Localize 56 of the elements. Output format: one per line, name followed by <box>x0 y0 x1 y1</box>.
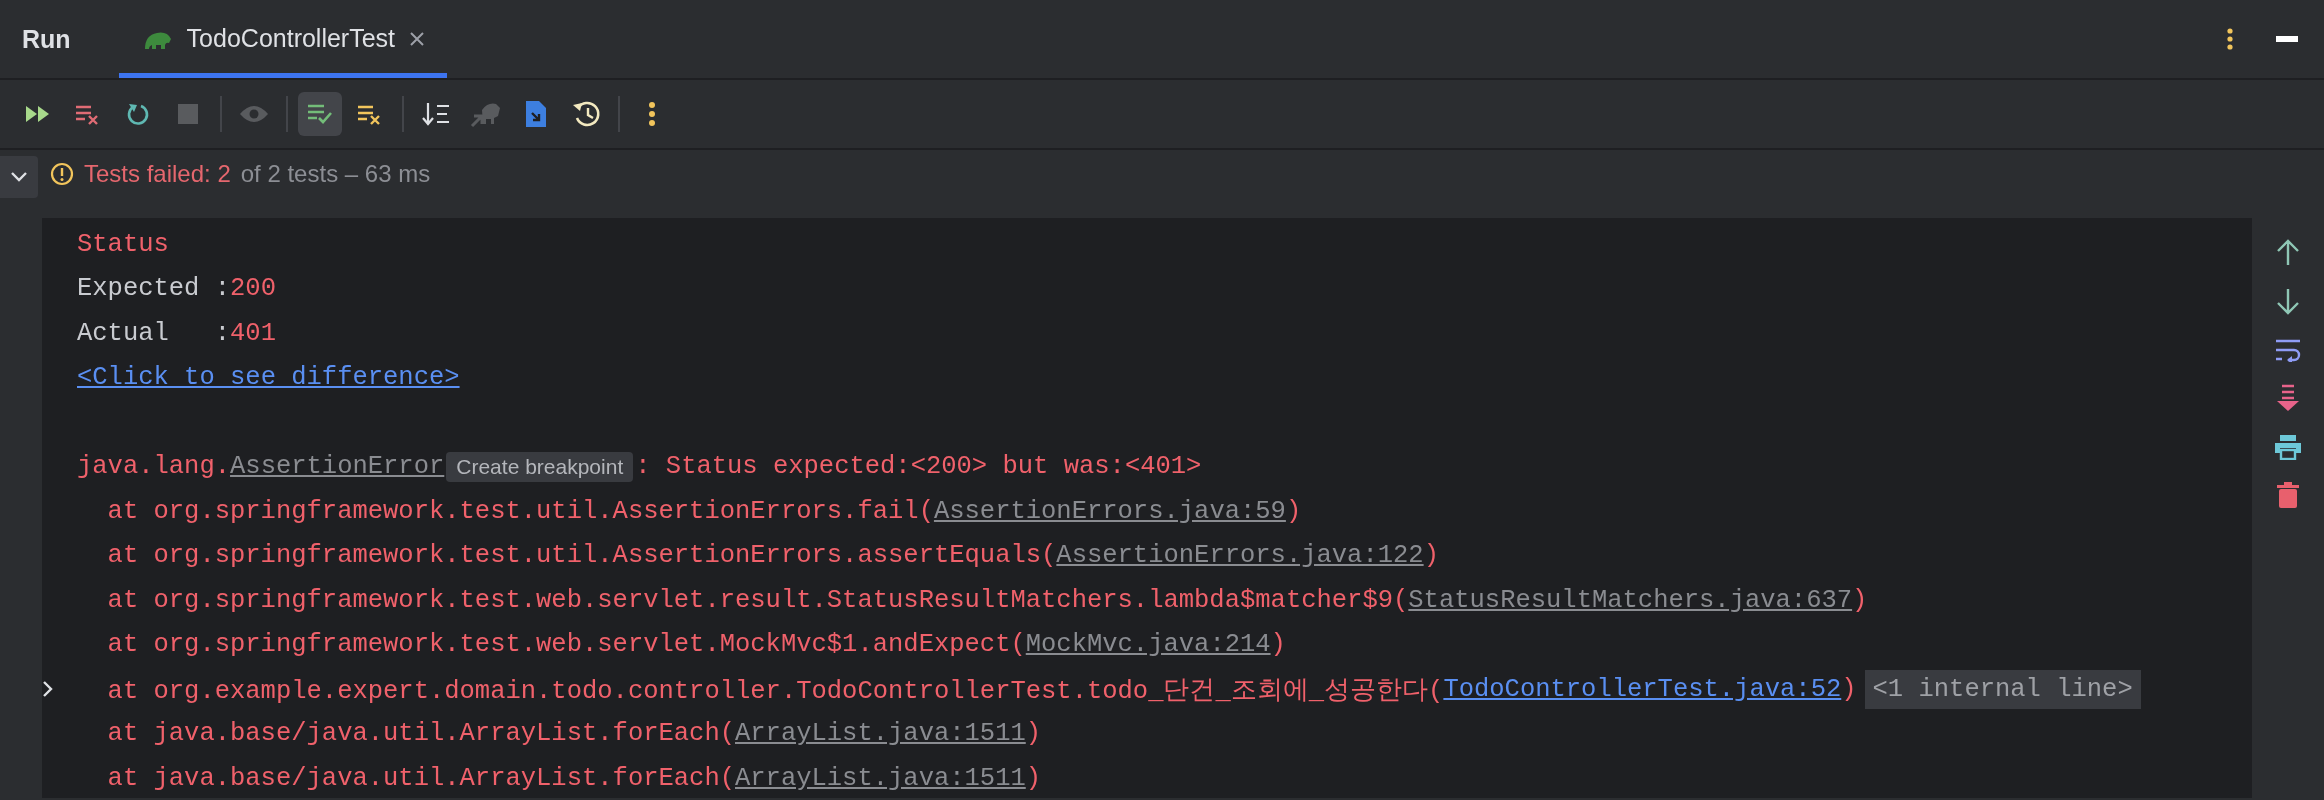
error-text: at org.springframework.test.util.AssertionErrors.assertEquals( <box>107 541 1057 571</box>
source-link[interactable]: MockMvc.java:214 <box>1025 630 1271 660</box>
error-text: at java.base/java.util.ArrayList.forEach( <box>107 763 735 793</box>
error-text: Status <box>77 229 169 259</box>
source-link[interactable]: AssertionError <box>230 452 445 482</box>
chevron-down-icon <box>10 171 28 183</box>
folded-lines-button[interactable]: <1 internal line> <box>1864 669 2141 709</box>
close-icon[interactable] <box>409 30 426 47</box>
up-arrow-icon[interactable] <box>2276 238 2300 266</box>
down-arrow-icon[interactable] <box>2276 288 2300 316</box>
toolbar-button[interactable] <box>298 92 342 136</box>
error-text: at org.springframework.test.util.AssertionErrors.fail( <box>107 496 934 526</box>
printer-icon[interactable] <box>2274 434 2302 460</box>
console-text: Actual : <box>77 318 231 348</box>
history-icon <box>571 100 601 128</box>
source-link[interactable]: AssertionErrors.java:59 <box>933 496 1286 526</box>
stop-icon <box>176 102 200 126</box>
panel-title: Run <box>22 24 71 54</box>
tests-summary-text: of 2 tests – 63 ms <box>240 160 431 188</box>
checked-list-icon <box>306 102 334 126</box>
error-text: at org.springframework.test.web.servlet.MockMvc$1.andExpect( <box>107 630 1026 660</box>
inlay-hint[interactable]: Create breakpoint <box>446 451 634 482</box>
error-text: 401 <box>230 318 276 348</box>
document-arrow-icon <box>524 99 548 129</box>
source-link[interactable]: ArrayList.java:1511 <box>735 719 1026 749</box>
scroll-to-end-icon[interactable] <box>2276 384 2300 412</box>
run-tab[interactable]: TodoControllerTest <box>118 0 448 78</box>
source-link[interactable]: AssertionErrors.java:122 <box>1056 541 1424 571</box>
warning-icon <box>50 162 74 186</box>
error-text: at org.springframework.test.web.servlet.result.StatusResultMatchers.lambda$matcher$9( <box>107 585 1409 615</box>
eye-icon <box>239 104 269 124</box>
collapse-button[interactable] <box>0 156 38 198</box>
sort-icon <box>421 101 451 127</box>
source-link[interactable]: ArrayList.java:1511 <box>735 763 1026 793</box>
link[interactable]: TodoControllerTest.java:52 <box>1443 674 1842 704</box>
error-text: ) <box>1852 585 1868 615</box>
link[interactable]: <Click to see difference> <box>77 363 460 393</box>
console-text: Expected : <box>77 274 231 304</box>
refresh-icon <box>125 101 151 127</box>
error-text: ) <box>1025 763 1042 793</box>
tests-failed-text: Tests failed: 2 <box>84 160 231 188</box>
more-icon <box>648 101 656 127</box>
trash-icon[interactable] <box>2277 482 2299 508</box>
error-text: ) <box>1841 674 1857 704</box>
error-text: ) <box>1270 630 1286 660</box>
error-text: java.lang. <box>77 452 231 482</box>
error-text: ) <box>1025 719 1042 749</box>
source-link[interactable]: StatusResultMatchers.java:637 <box>1408 585 1853 615</box>
error-text: ) <box>1423 541 1439 571</box>
more-icon[interactable] <box>2226 28 2234 50</box>
error-text: ) <box>1285 496 1302 526</box>
error-text: : Status expected:<200> but was:<401> <box>635 452 1202 482</box>
error-text: at org.example.expert.domain.todo.controller.TodoControllerTest.todo_단건_조회에_성공한다( <box>107 675 1444 707</box>
error-text: at java.base/java.util.ArrayList.forEach( <box>107 719 735 749</box>
error-text: 200 <box>230 274 276 304</box>
soft-wrap-icon[interactable] <box>2275 338 2301 362</box>
